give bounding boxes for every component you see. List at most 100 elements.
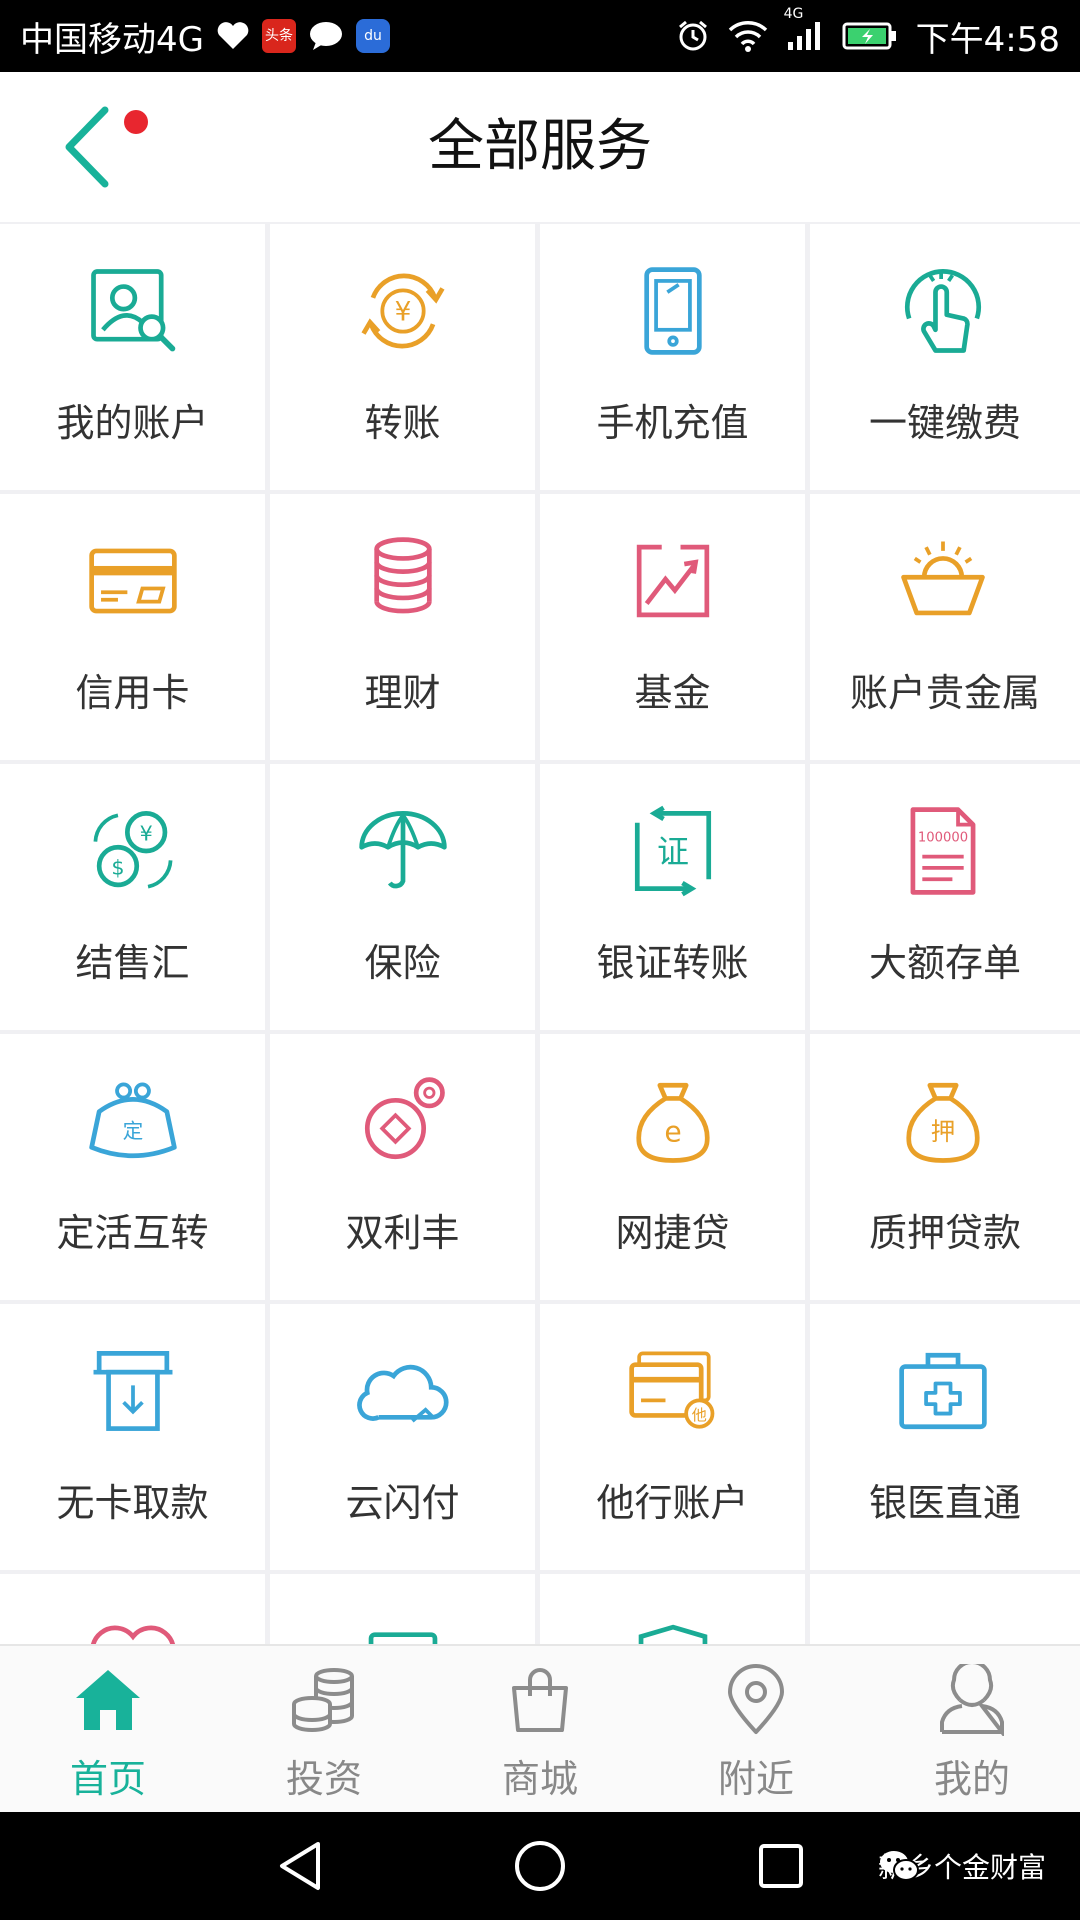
service-partial-2[interactable] xyxy=(270,1574,535,1644)
network-type-label: 4G xyxy=(783,6,804,22)
service-cardless-withdrawal[interactable]: 无卡取款 xyxy=(0,1304,265,1570)
nav-nearby[interactable]: 附近 xyxy=(648,1646,864,1814)
service-label: 双利丰 xyxy=(345,1211,460,1255)
service-label: 手机充值 xyxy=(596,401,749,445)
bottom-nav: 首页 投资 商城 附近 我的 xyxy=(0,1644,1080,1814)
medical-kit-icon xyxy=(899,1352,987,1430)
nav-label: 投资 xyxy=(285,1757,362,1801)
service-label: 银医直通 xyxy=(868,1481,1021,1525)
atm-icon xyxy=(93,1351,173,1431)
system-back-icon[interactable] xyxy=(276,1840,324,1892)
wechat-icon xyxy=(879,1851,919,1881)
screen: 中国移动4G 头条 du 4G 下午4:58 全部服务 我的账户 ¥ 转账 手机… xyxy=(0,0,1080,1920)
heart-icon xyxy=(91,1625,175,1644)
service-label: 基金 xyxy=(634,671,711,715)
service-fixed-demand-transfer[interactable]: 定 定活互转 xyxy=(0,1034,265,1300)
tap-icon xyxy=(904,269,982,353)
gold-ingot-icon xyxy=(901,541,985,616)
chart-icon xyxy=(636,544,710,618)
carrier-label: 中国移动4G xyxy=(20,19,204,60)
yuan-glyph: ¥ xyxy=(395,297,412,327)
service-phone-recharge[interactable]: 手机充值 xyxy=(540,224,805,490)
signal-icon: 4G xyxy=(784,6,824,52)
service-label: 一键缴费 xyxy=(868,401,1021,445)
service-label: 结售汇 xyxy=(75,941,190,985)
nav-mall[interactable]: 商城 xyxy=(432,1646,648,1814)
service-one-click-pay[interactable]: 一键缴费 xyxy=(810,224,1080,490)
service-partial-1[interactable] xyxy=(0,1574,265,1644)
service-partial-3[interactable] xyxy=(540,1574,805,1644)
securities-icon: 证 xyxy=(634,805,712,897)
service-label: 银证转账 xyxy=(596,941,749,985)
document-glyph: 100000 xyxy=(918,831,968,846)
nav-invest[interactable]: 投资 xyxy=(216,1646,432,1814)
coin-stack-icon xyxy=(374,537,432,614)
baidu-app-icon: du xyxy=(355,19,390,53)
shield-icon xyxy=(638,1624,708,1644)
coins-stack-icon xyxy=(292,1668,354,1732)
cloud-icon xyxy=(357,1364,449,1423)
transfer-icon: ¥ xyxy=(361,273,445,349)
shopping-bag-icon xyxy=(512,1668,568,1732)
service-transfer[interactable]: ¥ 转账 xyxy=(270,224,535,490)
svg-text:$: $ xyxy=(111,856,124,880)
alarm-icon xyxy=(676,19,710,53)
system-recents-icon[interactable] xyxy=(757,1842,805,1890)
service-securities-transfer[interactable]: 证 银证转账 xyxy=(540,764,805,1030)
service-cloud-pay[interactable]: 云闪付 xyxy=(270,1304,535,1570)
bag-e-glyph: e xyxy=(664,1116,681,1149)
service-label: 理财 xyxy=(364,671,441,715)
nav-label: 首页 xyxy=(69,1757,146,1801)
money-bag-e-icon: e xyxy=(636,1082,710,1163)
system-home-icon[interactable] xyxy=(513,1839,567,1893)
nav-home[interactable]: 首页 xyxy=(0,1646,216,1814)
service-label: 云闪付 xyxy=(345,1481,460,1525)
cards-glyph: 他 xyxy=(692,1406,707,1424)
bag-pledge-glyph: 押 xyxy=(931,1117,955,1146)
nav-mine[interactable]: 我的 xyxy=(864,1646,1080,1814)
service-label: 网捷贷 xyxy=(615,1211,730,1255)
box-icon xyxy=(368,1632,438,1644)
home-icon xyxy=(76,1670,140,1730)
nav-label: 商城 xyxy=(501,1757,578,1801)
exchange-icon: ¥ $ xyxy=(93,811,173,889)
service-large-deposit[interactable]: 100000 大额存单 xyxy=(810,764,1080,1030)
battery-charging-icon xyxy=(842,21,898,51)
service-medical-direct[interactable]: 银医直通 xyxy=(810,1304,1080,1570)
system-nav-bar: 新乡个金财富 xyxy=(0,1812,1080,1920)
service-credit-card[interactable]: 信用卡 xyxy=(0,494,265,760)
service-label: 他行账户 xyxy=(596,1481,749,1525)
service-wang-jie-dai[interactable]: e 网捷贷 xyxy=(540,1034,805,1300)
service-pledge-loan[interactable]: 押 质押贷款 xyxy=(810,1034,1080,1300)
service-fund[interactable]: 基金 xyxy=(540,494,805,760)
service-other-bank-account[interactable]: 他 他行账户 xyxy=(540,1304,805,1570)
service-label: 我的账户 xyxy=(56,401,209,445)
watermark: 新乡个金财富 xyxy=(878,1844,1046,1888)
service-grid: 我的账户 ¥ 转账 手机充值 一键缴费 信用卡 理财 基金 账户贵金属 ¥ $ … xyxy=(0,222,1080,1644)
chat-bubble-icon xyxy=(308,20,344,52)
account-search-icon xyxy=(91,269,176,352)
service-precious-metal[interactable]: 账户贵金属 xyxy=(810,494,1080,760)
service-label: 保险 xyxy=(364,941,441,985)
service-label: 大额存单 xyxy=(868,941,1021,985)
service-partial-4[interactable] xyxy=(810,1574,1080,1644)
page-title: 全部服务 xyxy=(428,114,652,179)
news-app-icon: 头条 xyxy=(261,19,296,53)
service-label: 无卡取款 xyxy=(56,1481,209,1525)
service-my-account[interactable]: 我的账户 xyxy=(0,224,265,490)
securities-glyph: 证 xyxy=(657,832,689,870)
service-wealth-management[interactable]: 理财 xyxy=(270,494,535,760)
service-shuang-li-feng[interactable]: 双利丰 xyxy=(270,1034,535,1300)
header: 全部服务 xyxy=(0,72,1080,222)
purse-glyph: 定 xyxy=(123,1119,144,1143)
umbrella-icon xyxy=(359,811,447,889)
nav-label: 附近 xyxy=(717,1757,794,1801)
service-label: 质押贷款 xyxy=(868,1211,1021,1255)
service-insurance[interactable]: 保险 xyxy=(270,764,535,1030)
service-label: 定活互转 xyxy=(56,1211,209,1255)
service-label: 信用卡 xyxy=(75,671,190,715)
status-bar: 中国移动4G 头条 du 4G 下午4:58 xyxy=(0,0,1080,72)
service-forex[interactable]: ¥ $ 结售汇 xyxy=(0,764,265,1030)
health-heart-icon xyxy=(216,21,250,51)
svg-text:¥: ¥ xyxy=(140,822,153,846)
